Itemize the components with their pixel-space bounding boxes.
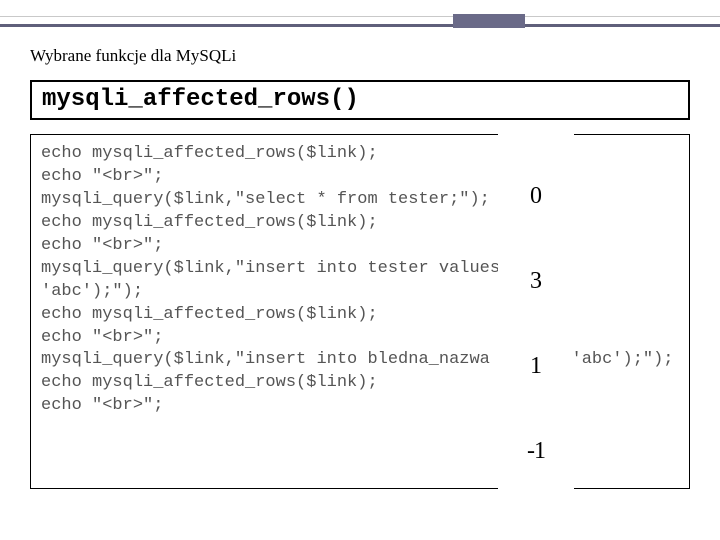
output-line: 1 bbox=[518, 352, 554, 380]
slide-header-band bbox=[0, 0, 720, 34]
code-text: echo mysqli_affected_rows($link); echo "… bbox=[41, 144, 674, 415]
output-line: 0 bbox=[518, 182, 554, 210]
accent-rectangle bbox=[453, 14, 525, 28]
slide-body: Wybrane funkcje dla MySQLi mysqli_affect… bbox=[0, 34, 720, 489]
output-line: 3 bbox=[518, 267, 554, 295]
divider-thick bbox=[0, 24, 720, 27]
section-title: Wybrane funkcje dla MySQLi bbox=[30, 46, 690, 66]
output-overlay: 0 3 1 -1 bbox=[498, 124, 574, 524]
output-line: -1 bbox=[518, 437, 554, 465]
code-example-box: echo mysqli_affected_rows($link); echo "… bbox=[30, 134, 690, 489]
function-name-box: mysqli_affected_rows() bbox=[30, 80, 690, 120]
divider-thin bbox=[0, 16, 720, 17]
